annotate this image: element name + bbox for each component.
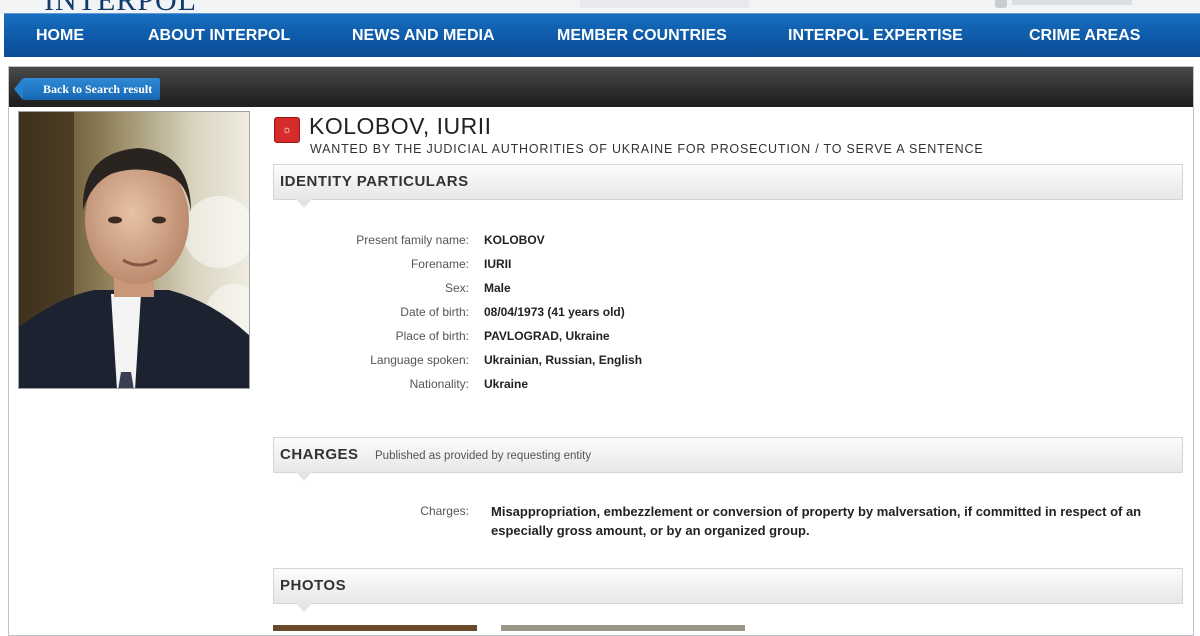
red-notice-icon: ☼ <box>274 117 300 143</box>
notice-subtitle: WANTED BY THE JUDICIAL AUTHORITIES OF UK… <box>310 142 984 156</box>
back-to-search-button[interactable]: Back to Search result <box>13 78 161 100</box>
back-to-search-label: Back to Search result <box>43 82 153 96</box>
field-label: Sex: <box>444 281 469 295</box>
field-value: Male <box>484 281 511 295</box>
field-value: 08/04/1973 (41 years old) <box>484 305 625 319</box>
charges-text: Misappropriation, embezzlement or conver… <box>491 504 1142 538</box>
photos-heading: PHOTOS <box>280 577 347 594</box>
field-label: Forename: <box>410 257 469 271</box>
portrait-image <box>19 112 249 388</box>
search-box[interactable] <box>580 0 750 8</box>
charges-section-header: CHARGES Published as provided by request… <box>273 437 1183 481</box>
section-pointer <box>296 472 312 481</box>
photo-thumbnail[interactable] <box>273 625 477 631</box>
language-selector[interactable] <box>1012 0 1132 5</box>
field-value: KOLOBOV <box>484 233 545 247</box>
wanted-person-name: KOLOBOV, IURII <box>309 113 492 139</box>
section-pointer <box>296 199 312 208</box>
main-nav: HOME ABOUT INTERPOL NEWS AND MEDIA MEMBE… <box>4 13 1200 57</box>
field-value: Ukraine <box>484 377 529 391</box>
identity-row: Nationality: Ukraine <box>273 377 873 395</box>
photo-thumbnail[interactable] <box>501 625 745 631</box>
charges-label: Charges: <box>420 504 469 518</box>
language-icon[interactable] <box>995 0 1007 8</box>
nav-member-countries[interactable]: MEMBER COUNTRIES <box>557 14 727 58</box>
nav-home[interactable]: HOME <box>36 14 84 58</box>
field-label: Present family name: <box>356 233 469 247</box>
nav-interpol-expertise[interactable]: INTERPOL EXPERTISE <box>788 14 963 58</box>
wanted-person-photo[interactable] <box>18 111 250 389</box>
field-label: Nationality: <box>409 377 469 391</box>
nav-crime-areas[interactable]: CRIME AREAS <box>1029 14 1140 58</box>
brand-strip: INTERPOL <box>0 0 1200 14</box>
field-value: IURII <box>484 257 512 271</box>
notice-toolbar: Back to Search result <box>9 67 1193 107</box>
identity-row: Sex: Male <box>273 281 873 299</box>
photos-section-header: PHOTOS <box>273 568 1183 612</box>
notice-panel: Back to Search result ☼ KOLOBOV, IURII W… <box>8 66 1194 636</box>
identity-heading: IDENTITY PARTICULARS <box>280 173 469 190</box>
identity-row: Date of birth: 08/04/1973 (41 years old) <box>273 305 873 323</box>
field-label: Language spoken: <box>370 353 469 367</box>
identity-row: Present family name: KOLOBOV <box>273 233 873 251</box>
identity-section-header: IDENTITY PARTICULARS <box>273 164 1183 208</box>
nav-news-and-media[interactable]: NEWS AND MEDIA <box>352 14 495 58</box>
identity-row: Language spoken: Ukrainian, Russian, Eng… <box>273 353 873 371</box>
interpol-logo[interactable]: INTERPOL <box>44 0 197 14</box>
field-value: PAVLOGRAD, Ukraine <box>484 329 610 343</box>
identity-row: Place of birth: PAVLOGRAD, Ukraine <box>273 329 873 347</box>
section-pointer <box>296 603 312 612</box>
field-value: Ukrainian, Russian, English <box>484 353 643 367</box>
identity-row: Forename: IURII <box>273 257 873 275</box>
field-label: Date of birth: <box>400 305 469 319</box>
charges-note: Published as provided by requesting enti… <box>375 450 592 462</box>
nav-about-interpol[interactable]: ABOUT INTERPOL <box>148 14 290 58</box>
charges-heading: CHARGES <box>280 446 359 463</box>
field-label: Place of birth: <box>395 329 469 343</box>
